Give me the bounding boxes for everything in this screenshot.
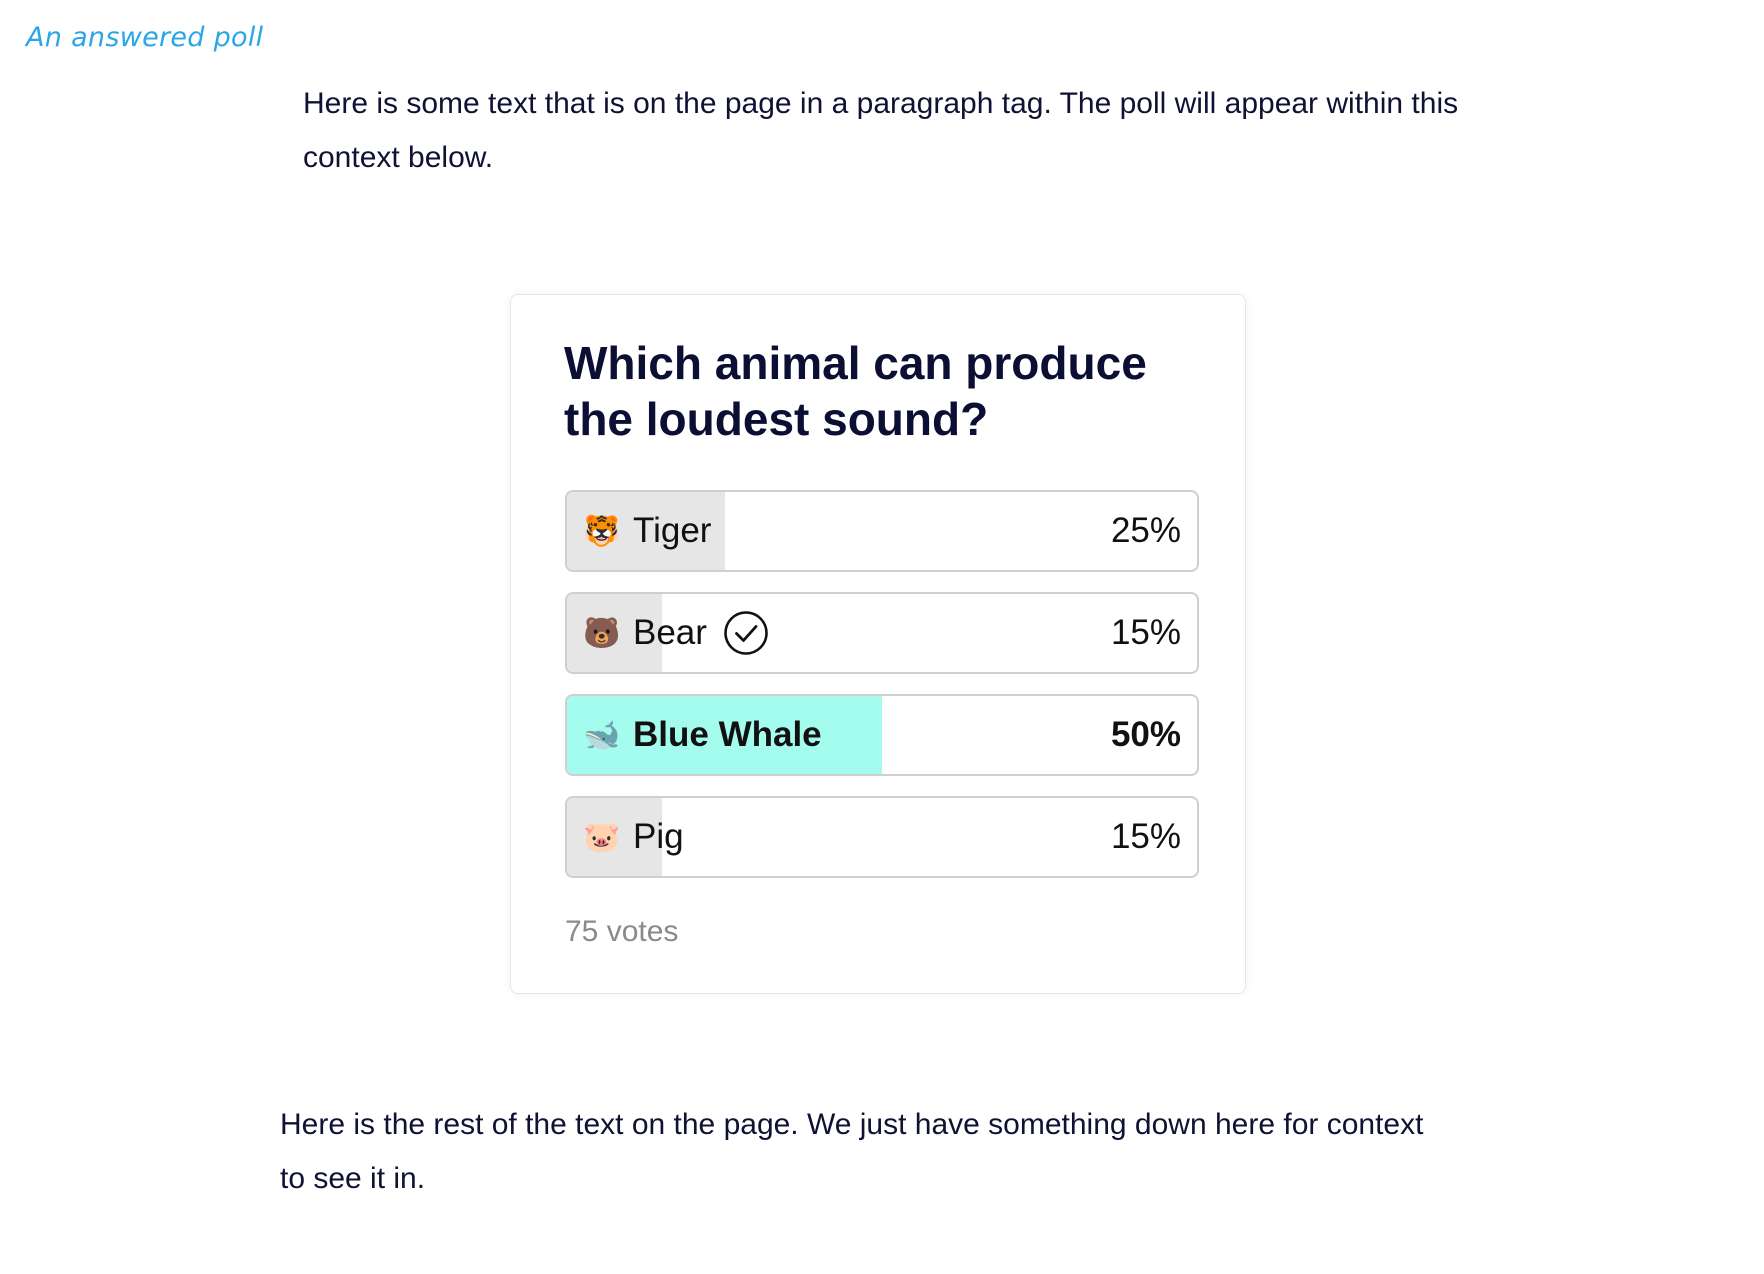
poll-option-bear[interactable]: 🐻 Bear 15% <box>565 592 1199 674</box>
option-label: Blue Whale <box>633 715 822 754</box>
checkmark-circle-icon <box>724 611 768 655</box>
vote-count: 75 votes <box>565 915 679 948</box>
whale-icon: 🐋 <box>583 717 621 753</box>
poll-option-pig[interactable]: 🐷 Pig 15% <box>565 796 1199 878</box>
option-label: Bear <box>633 613 707 652</box>
poll-question: Which animal can produce the loudest sou… <box>564 337 1147 445</box>
pig-face-icon: 🐷 <box>583 819 621 855</box>
annotation-caption: An answered poll <box>26 22 264 53</box>
outro-paragraph: Here is the rest of the text on the page… <box>280 1108 1424 1195</box>
poll-option-blue-whale[interactable]: 🐋 Blue Whale 50% <box>565 694 1199 776</box>
option-percent: 25% <box>1110 511 1181 550</box>
poll-card: Which animal can produce the loudest sou… <box>510 294 1246 994</box>
option-label: Pig <box>633 817 684 856</box>
option-percent: 50% <box>1110 715 1181 754</box>
option-percent: 15% <box>1110 613 1181 652</box>
poll-options: 🐯 Tiger 25% 🐻 Bear 15% 🐋 Blue Whale 50% … <box>565 490 1199 898</box>
tiger-face-icon: 🐯 <box>583 513 621 549</box>
intro-paragraph: Here is some text that is on the page in… <box>303 87 1459 174</box>
option-label: Tiger <box>633 511 712 550</box>
option-percent: 15% <box>1110 817 1181 856</box>
bear-face-icon: 🐻 <box>583 615 621 651</box>
poll-option-tiger[interactable]: 🐯 Tiger 25% <box>565 490 1199 572</box>
